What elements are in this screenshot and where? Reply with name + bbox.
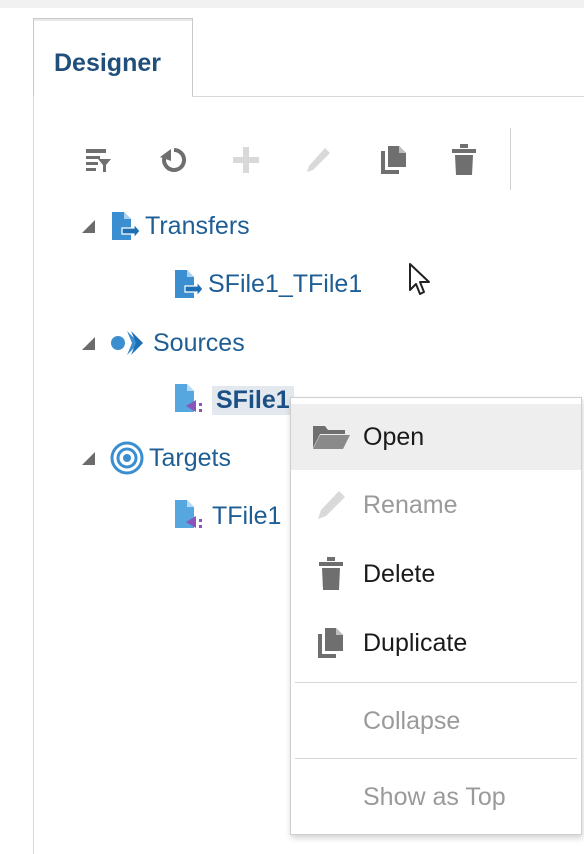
transfer-icon [112,212,141,240]
tab-bar-divider [192,96,584,97]
tree-label-tfile1: TFile1 [212,501,282,530]
target-icon [110,441,144,475]
menu-separator [295,758,577,759]
pencil-icon [307,485,355,525]
tree-node-targets[interactable]: Targets [82,438,231,478]
collapse-triangle-icon[interactable] [82,451,95,465]
menu-separator [295,682,577,683]
tree-node-transfers[interactable]: Transfers [82,206,250,246]
menu-item-open[interactable]: Open [291,404,581,470]
top-strip [0,0,584,8]
tree-node-tfile1[interactable]: TFile1 [172,496,281,536]
toolbar-separator [510,128,511,190]
tree-label-transfers: Transfers [145,211,250,240]
tree-node-sfile1[interactable]: SFile1 [172,380,294,420]
duplicate-button[interactable] [376,140,412,180]
tab-designer-label: Designer [54,49,161,77]
mouse-cursor-icon [409,263,430,295]
tree-node-sfile1-tfile1[interactable]: SFile1_TFile1 [172,264,362,304]
panel-border [33,96,34,854]
menu-item-collapse-label: Collapse [363,706,461,735]
tab-designer[interactable]: Designer [33,18,193,97]
delete-icon [452,144,476,175]
add-icon [233,147,259,173]
menu-item-rename-label: Rename [363,490,458,519]
tree-label-targets: Targets [149,443,231,472]
delete-button[interactable] [446,140,482,180]
tree-label-sfile1-tfile1: SFile1_TFile1 [208,269,363,298]
duplicate-icon [381,146,406,174]
refresh-button[interactable] [156,140,192,180]
tree-node-sources[interactable]: Sources [82,323,245,363]
menu-item-duplicate-label: Duplicate [363,628,468,657]
edit-icon [307,148,330,172]
refresh-icon [160,147,187,172]
data-file-icon [175,500,202,528]
menu-item-show-as-top-label: Show as Top [363,782,506,811]
view-menu-icon [86,149,111,172]
tree-label-sources: Sources [153,328,245,357]
menu-item-collapse[interactable]: Collapse [291,688,581,754]
menu-item-duplicate[interactable]: Duplicate [291,610,581,676]
collapse-triangle-icon[interactable] [82,336,95,350]
collapse-triangle-icon[interactable] [82,219,95,233]
view-menu-button[interactable] [80,140,116,180]
trash-icon [307,554,355,594]
menu-item-delete-label: Delete [363,559,436,588]
edit-button[interactable] [300,140,336,180]
tree-label-sfile1: SFile1 [212,385,294,415]
add-button[interactable] [228,140,264,180]
folder-open-icon [307,417,355,457]
source-icon [111,331,143,355]
menu-item-rename[interactable]: Rename [291,472,581,538]
transfer-file-icon [175,270,204,298]
menu-item-delete[interactable]: Delete [291,541,581,607]
menu-item-open-label: Open [363,422,425,451]
menu-item-show-as-top[interactable]: Show as Top [291,764,581,830]
designer-toolbar [80,128,520,190]
copy-icon [307,623,355,663]
data-file-icon [175,384,202,412]
context-menu: Open Rename Delete Duplicate Collapse Sh… [290,397,582,835]
